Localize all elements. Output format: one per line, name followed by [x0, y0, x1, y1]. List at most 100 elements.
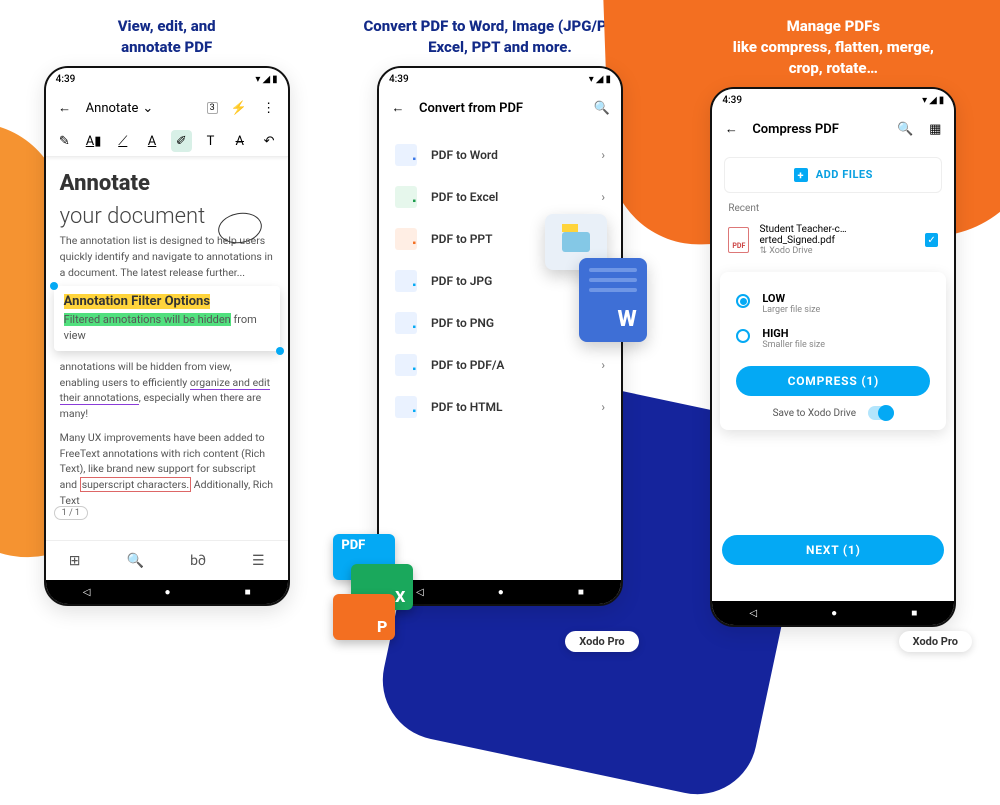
phone-1: 4:39 ▾ ◢ ▮ ← Annotate ⌄ 3 ⚡ ⋮ ✎ A▮ ⟋ A ✐…: [44, 66, 290, 606]
option-high-sub: Smaller file size: [762, 340, 825, 350]
annotate-toolbar: ✎ A▮ ⟋ A ✐ T A ↶: [46, 126, 288, 157]
quality-low-option[interactable]: LOW Larger file size: [732, 286, 934, 321]
chevron-right-icon: ›: [601, 358, 605, 372]
underline-tool[interactable]: ⟋: [112, 130, 133, 152]
freehand-tool[interactable]: ✐: [171, 130, 192, 152]
file-type-icon: ▪: [395, 354, 417, 376]
chevron-right-icon: ›: [601, 190, 605, 204]
phone-3: 4:39 ▾ ◢ ▮ ← Compress PDF 🔍 ▦ + ADD FILE…: [710, 87, 956, 627]
paragraph-2: annotations will be hidden from view, en…: [60, 359, 274, 422]
chevron-down-icon: ⌄: [142, 101, 153, 116]
tab-count[interactable]: 3: [207, 102, 218, 114]
bottom-toolbar: ⊞ 🔍 b∂ ☰: [46, 540, 288, 580]
wifi-icon: ▾: [589, 74, 594, 85]
convert-option[interactable]: ▪PDF to Word›: [379, 134, 621, 176]
xodo-pro-pill[interactable]: Xodo Pro: [899, 631, 972, 652]
title-bold: Annotate: [60, 171, 150, 196]
option-low-title: LOW: [762, 292, 820, 305]
android-navbar: ◁ ● ■: [379, 580, 621, 604]
quality-high-option[interactable]: HIGH Smaller file size: [732, 321, 934, 356]
back-icon[interactable]: ←: [56, 100, 74, 116]
annotation-filter-card[interactable]: Annotation Filter Options Filtered annot…: [54, 286, 280, 351]
status-bar: 4:39 ▾ ◢ ▮: [46, 68, 288, 90]
add-files-button[interactable]: + ADD FILES: [724, 157, 942, 193]
word-doc-decor: W: [579, 258, 647, 342]
resize-handle[interactable]: [276, 347, 284, 355]
screen-title: Compress PDF: [752, 122, 884, 137]
nav-home-icon[interactable]: ●: [831, 608, 837, 619]
status-icons: ▾ ◢ ▮: [255, 74, 277, 85]
wifi-icon: ▾: [922, 95, 927, 106]
file-drive: ⇅ Xodo Drive: [759, 246, 914, 256]
headline-1: View, edit, andannotate PDF: [0, 16, 333, 66]
search-icon[interactable]: 🔍: [896, 122, 914, 137]
text-tool[interactable]: T: [200, 130, 221, 152]
overflow-icon[interactable]: ⋮: [260, 101, 278, 116]
status-bar: 4:39 ▾ ◢ ▮: [712, 89, 954, 111]
outline-icon[interactable]: ☰: [252, 553, 265, 569]
signal-icon: ◢: [929, 95, 937, 106]
radio-unselected[interactable]: [736, 329, 750, 343]
nav-recents-icon[interactable]: ■: [245, 587, 251, 598]
clock: 4:39: [722, 95, 742, 106]
convert-option[interactable]: ▪PDF to HTML›: [379, 386, 621, 428]
view-mode-icon[interactable]: b∂: [190, 553, 206, 569]
pen-tool[interactable]: ✎: [54, 130, 75, 152]
mode-label: Annotate: [86, 101, 139, 116]
bolt-icon[interactable]: ⚡: [230, 101, 248, 116]
battery-icon: ▮: [272, 74, 278, 85]
nav-recents-icon[interactable]: ■: [578, 587, 584, 598]
file-type-icon: ▪: [395, 312, 417, 334]
file-name: Student Teacher-c…erted_Signed.pdf: [759, 224, 914, 246]
file-type-icon: ▪: [395, 144, 417, 166]
file-type-icon: ▪: [395, 270, 417, 292]
nav-back-icon[interactable]: ◁: [749, 608, 757, 619]
resize-handle[interactable]: [50, 282, 58, 290]
screen-title: Convert from PDF: [419, 101, 581, 116]
thumbnails-icon[interactable]: ⊞: [69, 553, 81, 569]
convert-option-label: PDF to JPG: [431, 274, 492, 288]
pdf-file-icon: PDF: [728, 227, 749, 253]
nav-back-icon[interactable]: ◁: [416, 587, 424, 598]
undo-tool[interactable]: ↶: [258, 130, 279, 152]
mode-dropdown[interactable]: Annotate ⌄: [86, 101, 154, 116]
word-letter: W: [589, 307, 637, 332]
scan-icon[interactable]: ▦: [926, 122, 944, 137]
add-files-label: ADD FILES: [816, 168, 873, 182]
compress-options-card: LOW Larger file size HIGH Smaller file s…: [720, 272, 946, 430]
nav-home-icon[interactable]: ●: [498, 587, 504, 598]
convert-option[interactable]: ▪PDF to PDF/A›: [379, 344, 621, 386]
radio-selected[interactable]: [736, 294, 750, 308]
back-icon[interactable]: ←: [389, 100, 407, 116]
ppt-badge: P: [333, 594, 395, 640]
status-icons: ▾ ◢ ▮: [922, 95, 944, 106]
title-light: your document: [60, 204, 206, 229]
convert-option[interactable]: ▪PDF to Excel›: [379, 176, 621, 218]
file-badge-stack: PDF X P: [333, 534, 413, 624]
android-navbar: ◁ ● ■: [46, 580, 288, 604]
nav-back-icon[interactable]: ◁: [83, 587, 91, 598]
xodo-pro-pill[interactable]: Xodo Pro: [565, 631, 638, 652]
android-navbar: ◁ ● ■: [712, 601, 954, 625]
chevron-right-icon: ›: [601, 148, 605, 162]
clock: 4:39: [389, 74, 409, 85]
recent-file-row[interactable]: PDF Student Teacher-c…erted_Signed.pdf ⇅…: [712, 218, 954, 262]
next-button[interactable]: NEXT (1): [722, 535, 944, 565]
nav-home-icon[interactable]: ●: [164, 587, 170, 598]
strike-tool[interactable]: A: [229, 130, 250, 152]
search-icon[interactable]: 🔍: [127, 553, 144, 569]
file-checkbox[interactable]: ✓: [925, 233, 938, 247]
nav-recents-icon[interactable]: ■: [911, 608, 917, 619]
convert-option-label: PDF to PPT: [431, 232, 493, 246]
search-icon[interactable]: 🔍: [593, 101, 611, 116]
file-type-icon: ▪: [395, 396, 417, 418]
filter-green-highlight: Filtered annotations will be hidden: [64, 313, 231, 326]
back-icon[interactable]: ←: [722, 121, 740, 137]
plus-icon: +: [794, 168, 808, 182]
highlight-tool[interactable]: A▮: [83, 130, 104, 152]
text-underline-tool[interactable]: A: [141, 130, 162, 152]
save-toggle[interactable]: [868, 406, 894, 420]
wifi-icon: ▾: [255, 74, 260, 85]
document-body: Annotate your document The annotation li…: [46, 157, 288, 519]
compress-button[interactable]: COMPRESS (1): [736, 366, 930, 396]
